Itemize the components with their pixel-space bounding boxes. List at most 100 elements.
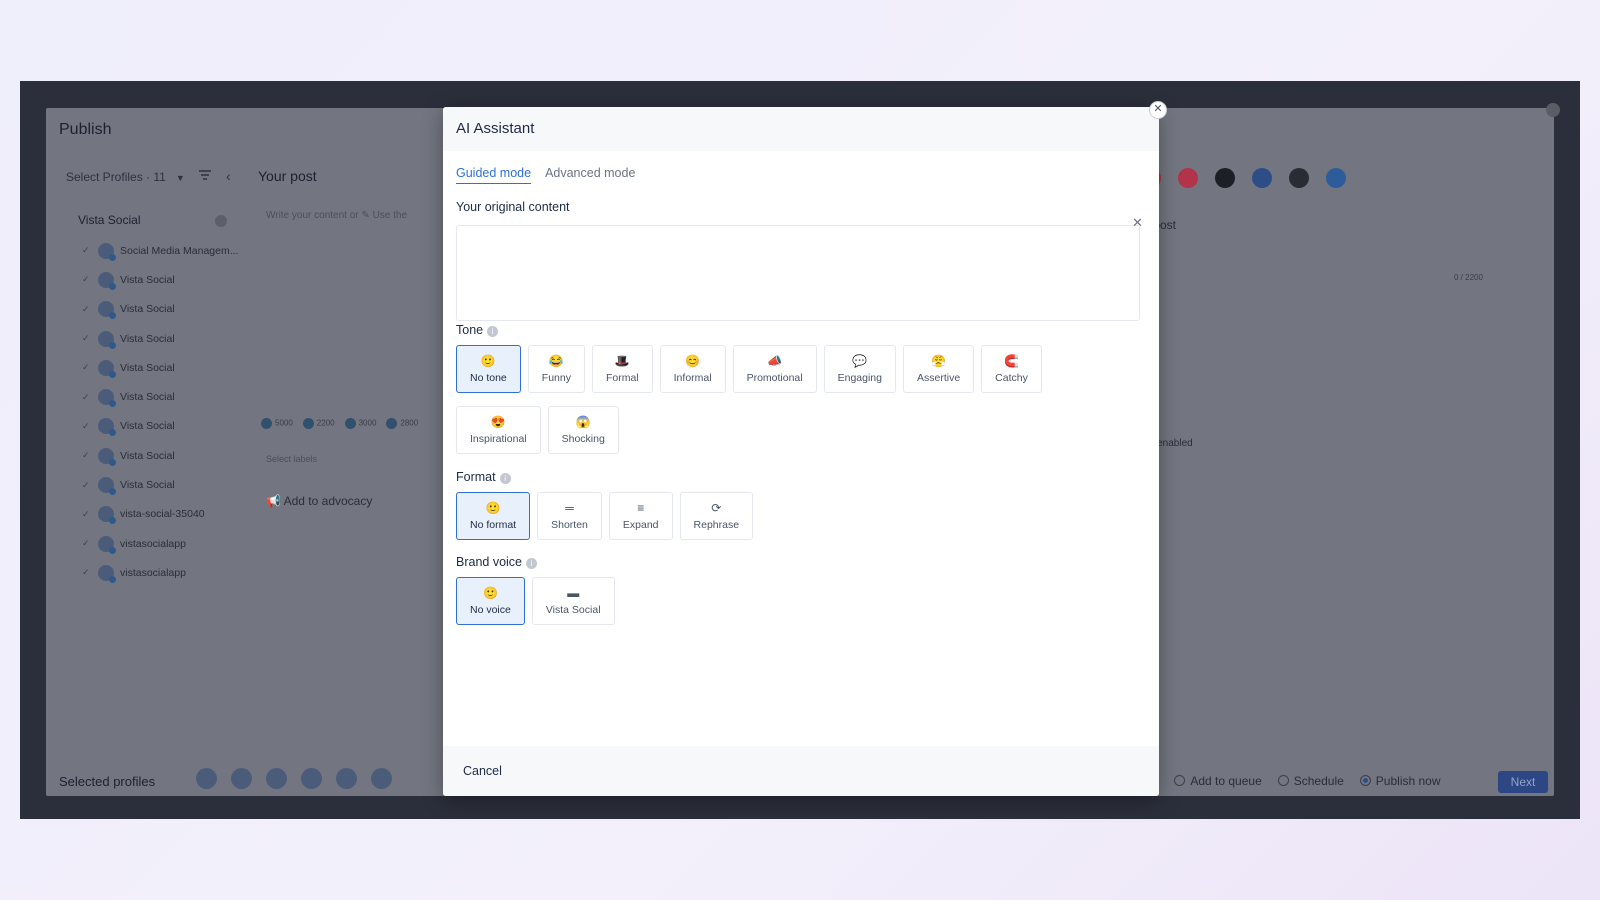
write-content-hint: Write your content or ✎ Use the xyxy=(266,210,408,221)
info-icon[interactable]: i xyxy=(487,326,499,337)
profile-list: ✓ Social Media Managem... ✓ Vista Social ✓ Vi… xyxy=(82,236,238,588)
format-icon: ≡ xyxy=(637,501,645,515)
network-char-limit: 2800 xyxy=(386,418,418,429)
tone-option[interactable]: 😊 Informal xyxy=(659,345,726,393)
profile-name: Vista Social xyxy=(120,479,175,492)
format-label: Format xyxy=(456,470,496,484)
format-options: 🙂 No format ═ Shorten ≡ Expand ⟳ Rephrase xyxy=(456,492,754,540)
tab-guided-mode[interactable]: Guided mode xyxy=(456,166,532,184)
profile-group-label: Vista Social xyxy=(78,213,141,227)
tone-label: Assertive xyxy=(916,372,961,384)
format-label: No format xyxy=(470,519,517,531)
close-icon[interactable]: ✕ xyxy=(1149,101,1167,119)
tone-option[interactable]: 🎩 Formal xyxy=(591,345,653,393)
schedule-label: Schedule xyxy=(1293,774,1344,788)
tone-icon: 😂 xyxy=(548,354,564,368)
avatar[interactable] xyxy=(371,768,392,789)
add-to-advocacy-label: Add to advocacy xyxy=(283,494,373,508)
avatar[interactable] xyxy=(266,768,287,789)
filter-icon[interactable] xyxy=(198,168,212,182)
tab-advanced-mode[interactable]: Advanced mode xyxy=(545,166,635,184)
brand-voice-heading: Brand voice i xyxy=(456,555,538,569)
add-to-queue-option[interactable]: Add to queue xyxy=(1174,774,1262,788)
list-item[interactable]: ✓ Vista Social xyxy=(82,295,238,324)
network-icon[interactable] xyxy=(1215,168,1235,188)
list-item[interactable]: ✓ Vista Social xyxy=(82,353,238,382)
voice-option[interactable]: ▬ Vista Social xyxy=(531,577,615,625)
tone-option[interactable]: 🧲 Catchy xyxy=(981,345,1042,393)
tone-label: Promotional xyxy=(746,372,803,384)
avatar xyxy=(98,389,116,408)
avatar xyxy=(98,330,116,349)
selected-profile-avatars xyxy=(196,768,392,789)
tone-label: Catchy xyxy=(995,372,1028,384)
info-icon[interactable]: i xyxy=(526,558,538,569)
tone-option[interactable]: 😤 Assertive xyxy=(902,345,975,393)
modal-title: AI Assistant xyxy=(456,120,535,137)
avatar[interactable] xyxy=(336,768,357,789)
next-button[interactable]: Next xyxy=(1498,771,1548,793)
format-option[interactable]: ═ Shorten xyxy=(537,492,602,540)
list-item[interactable]: ✓ vista-social-35040 xyxy=(82,500,238,529)
list-item[interactable]: ✓ Vista Social xyxy=(82,265,238,294)
format-option[interactable]: ⟳ Rephrase xyxy=(679,492,754,540)
profile-name: Vista Social xyxy=(120,361,175,374)
format-label: Expand xyxy=(622,519,659,531)
modal-footer: Cancel xyxy=(443,746,1159,796)
list-item[interactable]: ✓ Vista Social xyxy=(82,324,238,353)
modal-header: AI Assistant xyxy=(443,107,1159,151)
tone-options: 🙂 No tone 😂 Funny 🎩 Formal 😊 Informal 📣 Promotion… xyxy=(456,345,1042,393)
add-to-advocacy-button[interactable]: 📢 Add to advocacy xyxy=(266,494,372,508)
selected-profiles-label: Selected profiles xyxy=(59,774,156,789)
cancel-button[interactable]: Cancel xyxy=(463,764,502,778)
tone-label: Informal xyxy=(673,372,712,384)
publish-now-option[interactable]: Publish now xyxy=(1359,774,1441,788)
profile-name: vistasocialapp xyxy=(120,566,186,579)
tone-option[interactable]: 😍 Inspirational xyxy=(456,406,541,454)
publish-now-label: Publish now xyxy=(1375,774,1441,788)
voice-label: No voice xyxy=(470,604,511,616)
list-item[interactable]: ✓ Vista Social xyxy=(82,470,238,499)
network-icon[interactable] xyxy=(1178,168,1198,188)
list-item[interactable]: ✓ Social Media Managem... xyxy=(82,236,238,265)
tone-option[interactable]: 💬 Engaging xyxy=(823,345,896,393)
close-icon[interactable] xyxy=(1546,103,1560,117)
list-item[interactable]: ✓ Vista Social xyxy=(82,382,238,411)
avatar[interactable] xyxy=(301,768,322,789)
network-icon[interactable] xyxy=(1252,168,1272,188)
list-item[interactable]: ✓ Vista Social xyxy=(82,441,238,470)
tone-option[interactable]: 🙂 No tone xyxy=(456,345,521,393)
network-icon[interactable] xyxy=(1289,168,1309,188)
clear-icon[interactable]: ✕ xyxy=(1132,215,1143,231)
original-content-input[interactable] xyxy=(456,225,1140,321)
info-icon[interactable]: i xyxy=(499,473,511,484)
list-item[interactable]: ✓ vistasocialapp xyxy=(82,558,238,587)
format-option[interactable]: ≡ Expand xyxy=(608,492,673,540)
format-label: Shorten xyxy=(551,519,588,531)
brand-voice-label: Brand voice xyxy=(456,555,523,569)
tone-option[interactable]: 😱 Shocking xyxy=(547,406,619,454)
avatar xyxy=(98,506,116,525)
voice-option[interactable]: 🙂 No voice xyxy=(456,577,525,625)
select-profiles-dropdown[interactable]: Select Profiles · 11 ▼ xyxy=(66,170,185,184)
profile-name: Vista Social xyxy=(120,391,175,404)
radio-icon xyxy=(1277,775,1289,786)
format-option[interactable]: 🙂 No format xyxy=(456,492,531,540)
list-item[interactable]: ✓ vistasocialapp xyxy=(82,529,238,558)
schedule-option[interactable]: Schedule xyxy=(1277,774,1344,788)
profile-name: vistasocialapp xyxy=(120,537,186,550)
your-post-title: Your post xyxy=(258,168,317,184)
avatar[interactable] xyxy=(231,768,252,789)
tone-option[interactable]: 📣 Promotional xyxy=(732,345,817,393)
list-item[interactable]: ✓ Vista Social xyxy=(82,412,238,441)
network-icon[interactable] xyxy=(1326,168,1346,188)
avatar[interactable] xyxy=(196,768,217,789)
tone-icon: 😊 xyxy=(685,354,701,368)
network-char-limit: 5000 xyxy=(261,418,293,429)
chevron-left-icon[interactable]: ‹ xyxy=(226,168,231,184)
avatar xyxy=(98,447,116,466)
select-labels[interactable]: Select labels xyxy=(266,454,317,464)
profile-group[interactable]: Vista Social xyxy=(78,213,228,227)
format-icon: 🙂 xyxy=(485,501,501,515)
tone-option[interactable]: 😂 Funny xyxy=(527,345,585,393)
